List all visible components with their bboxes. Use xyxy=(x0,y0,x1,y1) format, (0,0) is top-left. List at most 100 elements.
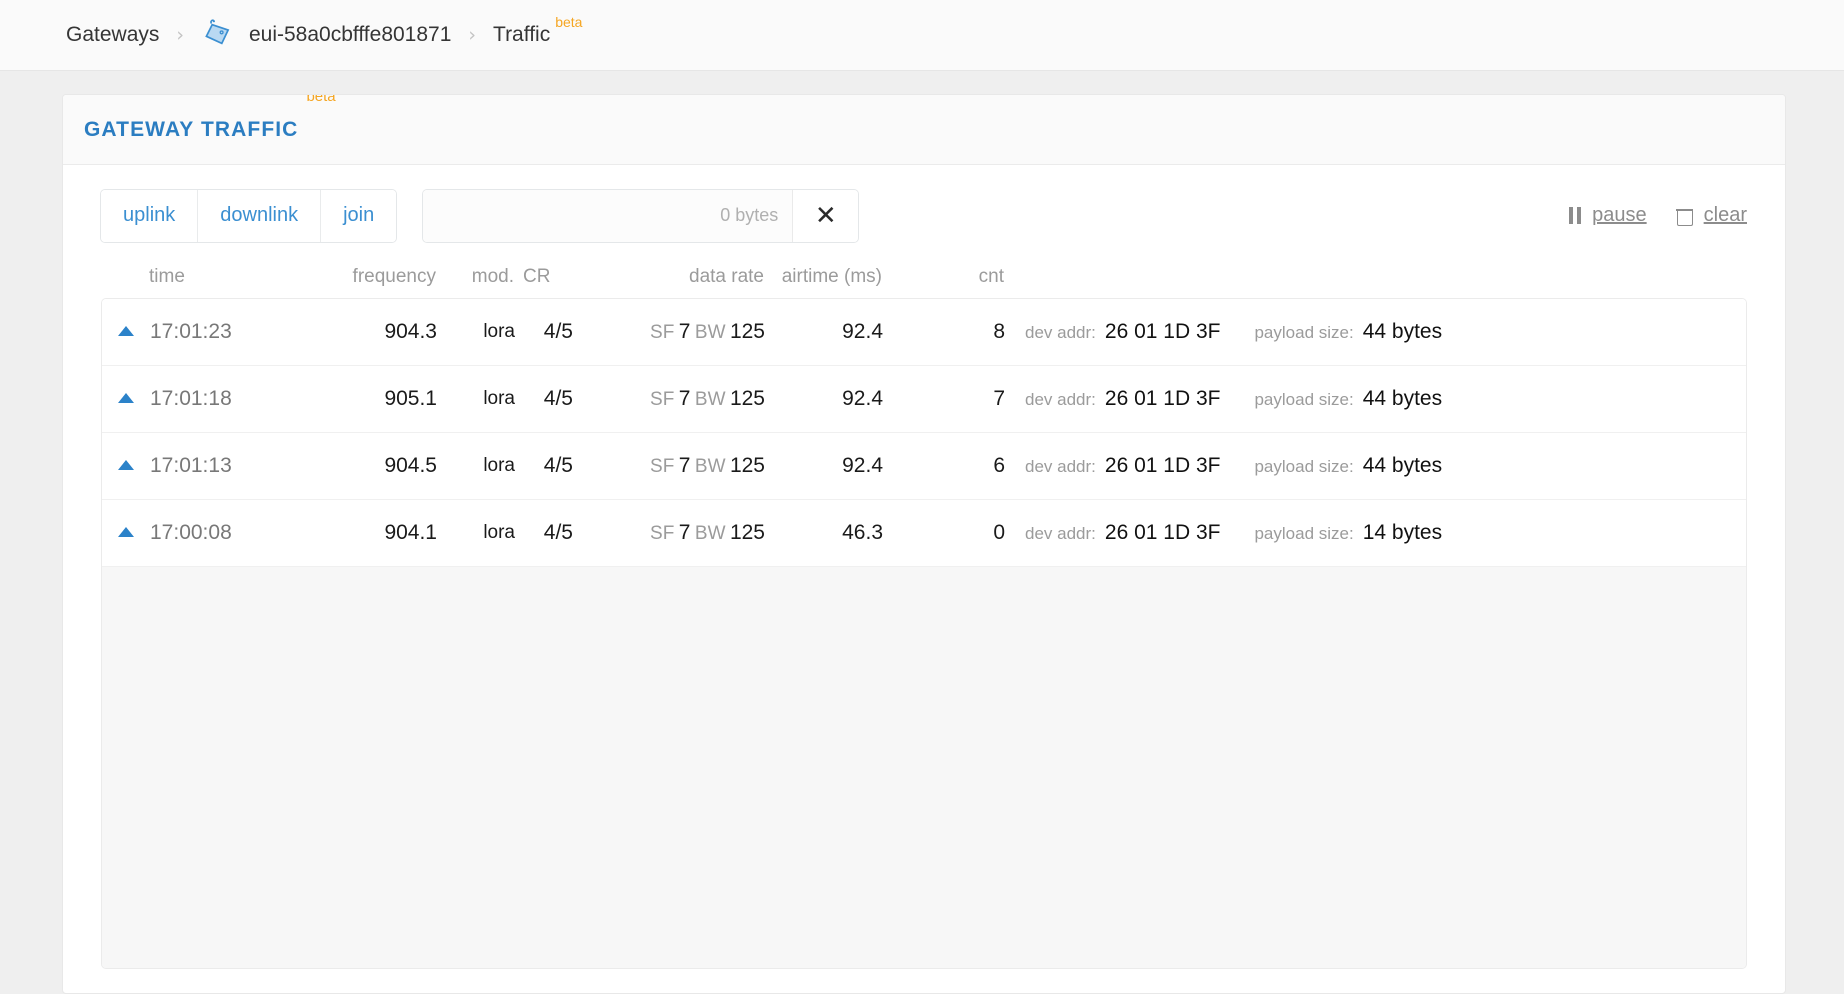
direction-up-icon xyxy=(102,524,150,542)
bw-label: BW xyxy=(694,523,726,544)
cell-data-rate: SF 7 BW 125 xyxy=(573,320,765,344)
cell-time: 17:00:08 xyxy=(150,521,232,544)
clear-button[interactable]: clear xyxy=(1675,204,1747,227)
cell-sf: 7 xyxy=(678,454,691,477)
cell-mod: lora xyxy=(483,522,515,543)
cell-cr: 4/5 xyxy=(543,521,573,544)
filter-button-uplink[interactable]: uplink xyxy=(101,189,199,242)
cell-cnt: 8 xyxy=(993,320,1005,343)
cell-sf: 7 xyxy=(678,521,691,544)
trash-icon xyxy=(1675,206,1694,226)
breadcrumb-traffic-label: Traffic xyxy=(493,23,551,46)
cell-data-rate: SF 7 BW 125 xyxy=(573,454,765,478)
cell-cnt: 6 xyxy=(993,454,1005,477)
cell-bw: 125 xyxy=(729,521,765,544)
chevron-right-icon: › xyxy=(176,23,184,46)
gateway-icon xyxy=(201,16,235,55)
close-icon[interactable]: ✕ xyxy=(792,189,859,242)
stream-controls: pause clear xyxy=(1568,204,1747,227)
table-row[interactable]: 17:01:18 905.1 lora 4/5 SF 7 BW 125 92.4 7 dev … xyxy=(102,366,1746,433)
cell-time: 17:01:23 xyxy=(150,320,232,343)
cell-bw: 125 xyxy=(729,387,765,410)
cell-frequency: 904.5 xyxy=(384,454,437,477)
cell-time: 17:01:18 xyxy=(150,387,232,410)
cell-airtime: 46.3 xyxy=(842,521,883,544)
bw-label: BW xyxy=(694,389,726,410)
direction-up-icon xyxy=(102,457,150,475)
table-empty-area xyxy=(102,567,1746,968)
pause-label: pause xyxy=(1592,204,1647,226)
breadcrumb: Gateways › eui-58a0cbfffe801871 › Traffi… xyxy=(66,14,582,55)
dev-addr-label: dev addr: xyxy=(1025,390,1096,409)
payload-size-label: payload size: xyxy=(1254,390,1354,409)
sf-label: SF xyxy=(650,523,675,544)
table-header-mod: mod. xyxy=(471,266,514,287)
cell-cnt: 7 xyxy=(993,387,1005,410)
cell-airtime: 92.4 xyxy=(842,454,883,477)
table-row[interactable]: 17:00:08 904.1 lora 4/5 SF 7 BW 125 46.3 0 dev … xyxy=(102,500,1746,567)
bw-label: BW xyxy=(694,322,726,343)
cell-time: 17:01:13 xyxy=(150,454,232,477)
cell-payload-size: 44 bytes xyxy=(1362,454,1443,477)
table-header-time: time xyxy=(149,266,185,287)
filter-button-downlink[interactable]: downlink xyxy=(198,189,322,242)
table-row[interactable]: 17:01:13 904.5 lora 4/5 SF 7 BW 125 92.4 6 dev … xyxy=(102,433,1746,500)
traffic-filter-group: uplink downlink join xyxy=(100,188,398,243)
cell-airtime: 92.4 xyxy=(842,387,883,410)
cell-sf: 7 xyxy=(678,387,691,410)
cell-cnt: 0 xyxy=(993,521,1005,544)
payload-size-label: payload size: xyxy=(1254,457,1354,476)
table-header-cr: CR xyxy=(523,266,551,287)
table-header-airtime: airtime (ms) xyxy=(781,266,882,287)
payload-size-label: payload size: xyxy=(1254,323,1354,342)
direction-up-icon xyxy=(102,323,150,341)
pause-button[interactable]: pause xyxy=(1568,204,1647,227)
search-input[interactable] xyxy=(423,189,793,242)
cell-dev-addr: 26 01 1D 3F xyxy=(1104,454,1221,477)
traffic-table[interactable]: 17:01:23 904.3 lora 4/5 SF 7 BW 125 92.4 8 dev … xyxy=(101,298,1747,969)
bw-label: BW xyxy=(694,456,726,477)
table-row[interactable]: 17:01:23 904.3 lora 4/5 SF 7 BW 125 92.4 8 dev … xyxy=(102,299,1746,366)
cell-mod: lora xyxy=(483,455,515,476)
cell-frequency: 904.1 xyxy=(384,521,437,544)
cell-airtime: 92.4 xyxy=(842,320,883,343)
breadcrumb-item-gateway[interactable]: eui-58a0cbfffe801871 xyxy=(201,16,451,55)
cell-extra: dev addr: 26 01 1D 3F payload size: 44 byte… xyxy=(1005,320,1746,344)
cell-data-rate: SF 7 BW 125 xyxy=(573,387,765,411)
cell-frequency: 905.1 xyxy=(384,387,437,410)
table-header-cnt: cnt xyxy=(978,266,1004,287)
cell-dev-addr: 26 01 1D 3F xyxy=(1104,320,1221,343)
breadcrumb-gateway-label[interactable]: eui-58a0cbfffe801871 xyxy=(249,23,451,47)
sf-label: SF xyxy=(650,389,675,410)
cell-mod: lora xyxy=(483,388,515,409)
cell-cr: 4/5 xyxy=(543,387,573,410)
gateway-traffic-card: GATEWAY TRAFFIC beta uplink downlink joi… xyxy=(62,94,1786,994)
dev-addr-label: dev addr: xyxy=(1025,323,1096,342)
table-header-frequency: frequency xyxy=(352,266,436,287)
filter-button-join[interactable]: join xyxy=(321,189,397,242)
breadcrumb-item-traffic[interactable]: Traffic beta xyxy=(493,14,582,47)
cell-bw: 125 xyxy=(729,320,765,343)
page-title: GATEWAY TRAFFIC xyxy=(84,117,299,141)
cell-payload-size: 44 bytes xyxy=(1362,320,1443,343)
chevron-right-icon-2: › xyxy=(468,23,477,46)
sf-label: SF xyxy=(650,322,675,343)
top-bar: Gateways › eui-58a0cbfffe801871 › Traffi… xyxy=(0,0,1844,71)
cell-data-rate: SF 7 BW 125 xyxy=(573,521,765,545)
clear-label: clear xyxy=(1703,204,1747,226)
cell-payload-size: 44 bytes xyxy=(1362,387,1443,410)
cell-extra: dev addr: 26 01 1D 3F payload size: 44 byte… xyxy=(1005,387,1746,411)
cell-dev-addr: 26 01 1D 3F xyxy=(1104,387,1221,410)
payload-size-label: payload size: xyxy=(1254,524,1354,543)
cell-bw: 125 xyxy=(729,454,765,477)
cell-mod: lora xyxy=(483,321,515,342)
breadcrumb-item-gateways[interactable]: Gateways xyxy=(66,23,159,47)
cell-payload-size: 14 bytes xyxy=(1362,521,1443,544)
table-header-data-rate: data rate xyxy=(689,266,764,287)
cell-extra: dev addr: 26 01 1D 3F payload size: 44 byte… xyxy=(1005,454,1746,478)
direction-up-icon xyxy=(102,390,150,408)
cell-dev-addr: 26 01 1D 3F xyxy=(1104,521,1221,544)
cell-cr: 4/5 xyxy=(543,320,573,343)
card-beta-badge: beta xyxy=(306,94,336,105)
dev-addr-label: dev addr: xyxy=(1025,524,1096,543)
